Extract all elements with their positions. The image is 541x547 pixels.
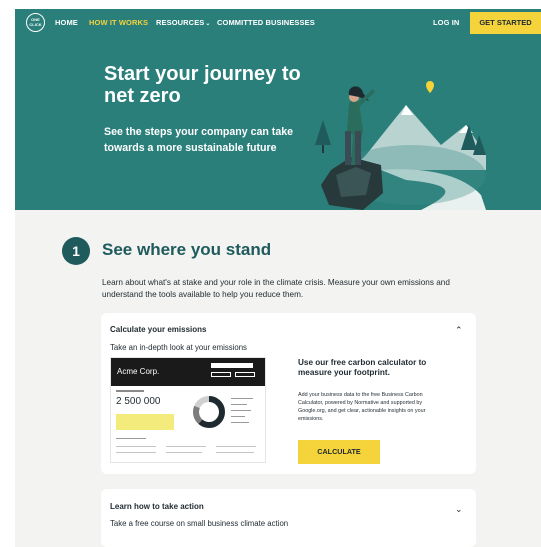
preview-donut-chart — [193, 396, 225, 428]
preview-company-name: Acme Corp. — [117, 367, 160, 376]
nav-how-it-works[interactable]: HOW IT WORKS — [89, 18, 148, 27]
nav-committed-businesses[interactable]: COMMITTED BUSINESSES — [217, 18, 315, 27]
nav-resources[interactable]: RESOURCES⌄ — [156, 18, 211, 27]
calculator-promo-title: Use our free carbon calculator to measur… — [298, 358, 427, 377]
preview-text-line — [116, 438, 146, 440]
hero-title: Start your journey to net zero — [104, 63, 301, 107]
card-subtitle: Take an in-depth look at your emissions — [110, 343, 247, 352]
preview-text-line — [216, 452, 254, 454]
preview-legend-line — [231, 422, 249, 424]
chevron-down-icon[interactable]: ⌄ — [455, 504, 463, 515]
top-navigation: ONE CLICK HOME HOW IT WORKS RESOURCES⌄ C… — [15, 9, 541, 37]
card-title: Learn how to take action — [110, 502, 204, 511]
preview-tag — [211, 363, 253, 368]
login-link[interactable]: LOG IN — [433, 18, 459, 27]
preview-header: Acme Corp. — [111, 358, 265, 386]
preview-text-line — [166, 446, 206, 448]
site-logo[interactable]: ONE CLICK — [26, 13, 45, 32]
nav-resources-label: RESOURCES — [156, 18, 205, 27]
hero-subtitle: See the steps your company can take towa… — [104, 126, 293, 154]
hiker-illustration — [315, 81, 486, 210]
preview-legend-line — [231, 410, 251, 412]
calculator-preview-image: Acme Corp. 2 500 000 — [110, 357, 266, 463]
preview-button — [235, 372, 255, 377]
preview-highlight-box — [116, 414, 174, 430]
step-title: See where you stand — [102, 240, 272, 259]
preview-text-line — [166, 452, 202, 454]
take-action-card[interactable]: Learn how to take action ⌄ Take a free c… — [101, 489, 476, 547]
preview-button — [211, 372, 231, 377]
calculator-promo-body: Add your business data to the free Busin… — [298, 392, 426, 422]
preview-text-line — [116, 446, 156, 448]
calculate-emissions-card: Calculate your emissions ⌃ Take an in-de… — [101, 313, 476, 474]
preview-legend-line — [231, 398, 253, 400]
preview-total-label — [116, 390, 144, 392]
page-frame: ONE CLICK HOME HOW IT WORKS RESOURCES⌄ C… — [15, 9, 541, 547]
get-started-button[interactable]: GET STARTED — [470, 12, 541, 34]
nav-home[interactable]: HOME — [55, 18, 78, 27]
calculate-button[interactable]: CALCULATE — [298, 440, 380, 464]
preview-total-value: 2 500 000 — [116, 396, 161, 407]
preview-text-line — [216, 446, 256, 448]
card-title: Calculate your emissions — [110, 325, 207, 334]
logo-text: ONE CLICK — [29, 17, 42, 27]
card-subtitle: Take a free course on small business cli… — [110, 519, 289, 528]
preview-legend-line — [231, 404, 247, 406]
chevron-down-icon: ⌄ — [205, 21, 211, 27]
step-description: Learn about what's at stake and your rol… — [102, 278, 450, 299]
preview-legend-line — [231, 416, 245, 418]
step-number-badge: 1 — [62, 237, 90, 265]
preview-text-line — [116, 452, 156, 454]
hero-section: Start your journey to net zero See the s… — [15, 37, 541, 210]
chevron-up-icon[interactable]: ⌃ — [455, 325, 463, 336]
